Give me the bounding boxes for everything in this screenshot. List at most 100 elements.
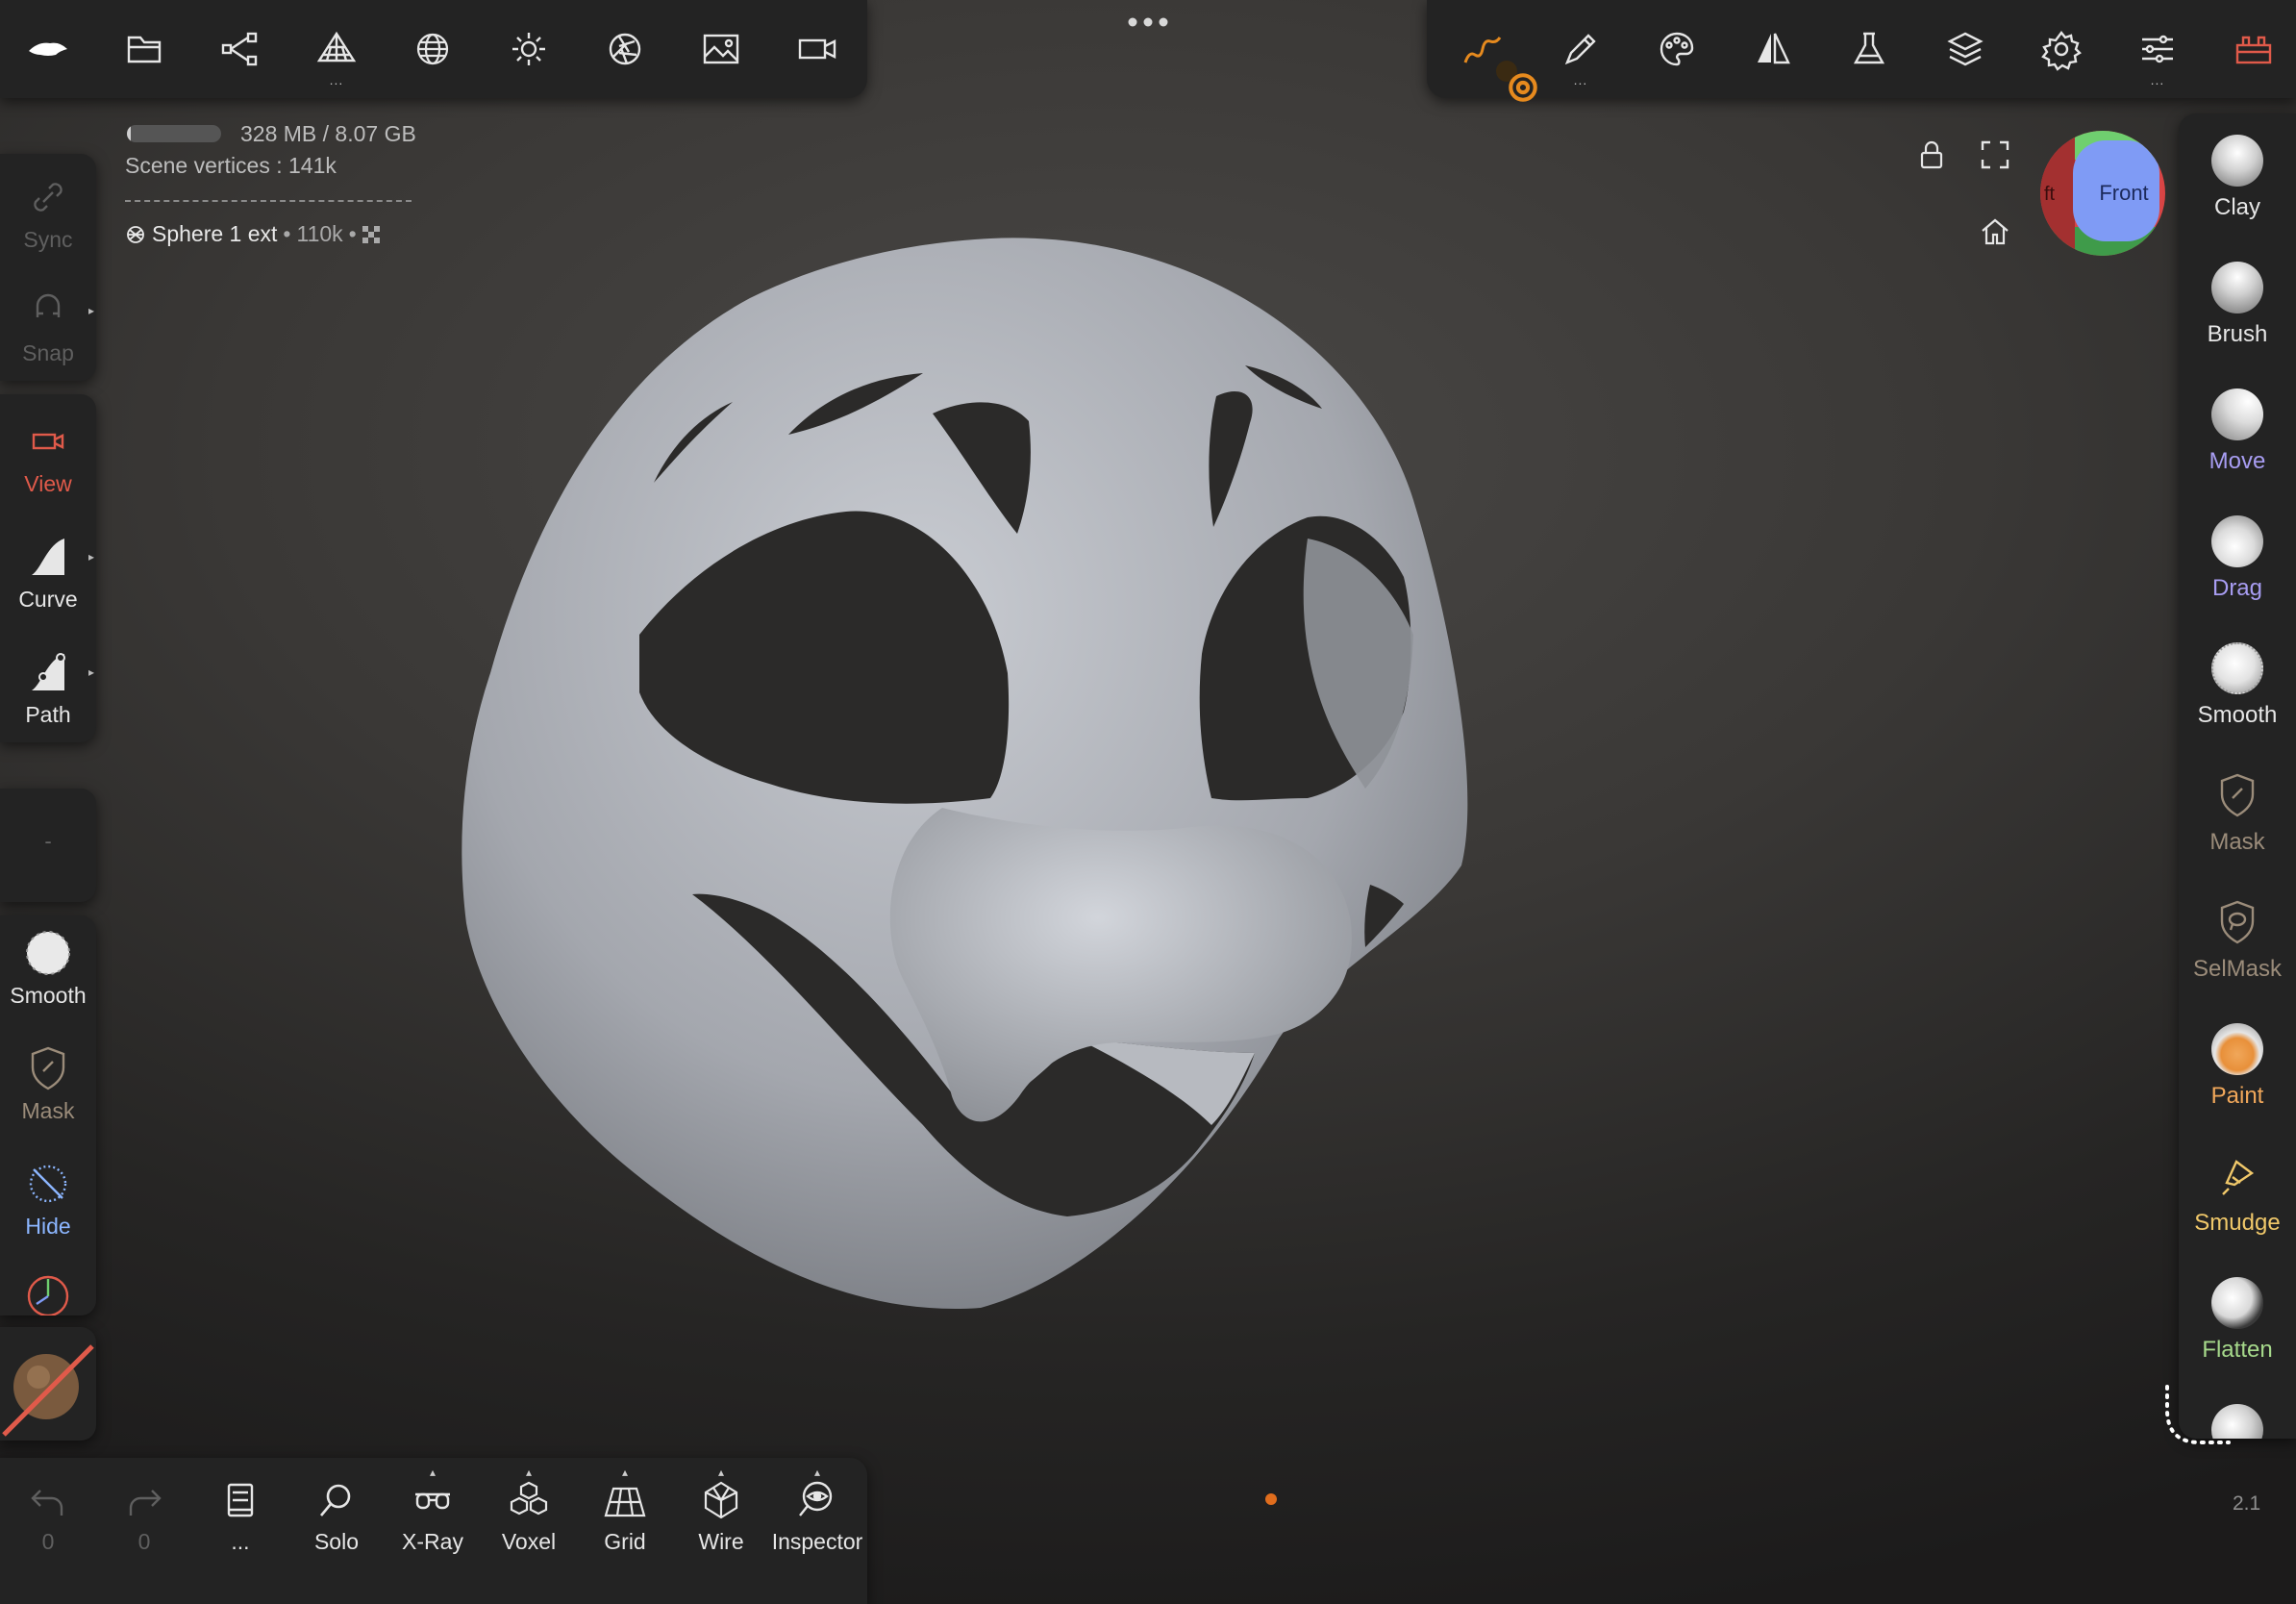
- path-tool[interactable]: Path ▸: [0, 646, 96, 728]
- empty-slot-label[interactable]: -: [0, 829, 96, 854]
- move-label: Move: [2209, 448, 2266, 474]
- view-label: View: [24, 471, 72, 496]
- sync-tool[interactable]: Sync: [0, 171, 96, 253]
- path-expand-arrow[interactable]: ▸: [88, 665, 94, 679]
- brush-sphere-icon: [2211, 262, 2263, 313]
- undo-icon: [25, 1477, 71, 1523]
- search-icon: [313, 1477, 360, 1523]
- fullscreen-icon[interactable]: [1977, 137, 2013, 173]
- clay-label: Clay: [2213, 194, 2260, 220]
- voxel-label: Voxel: [501, 1529, 557, 1554]
- solo-button[interactable]: Solo: [290, 1477, 383, 1555]
- inspector-button[interactable]: ▴ Inspector: [771, 1466, 863, 1555]
- document-icon: [217, 1477, 263, 1523]
- grid-label: Grid: [604, 1529, 646, 1554]
- smudge-icon: [2211, 1150, 2263, 1202]
- smudge-brush[interactable]: Smudge: [2179, 1150, 2296, 1237]
- brush-tools-panel: Clay Brush Move Drag Smooth Mask SelMask…: [2179, 113, 2296, 1439]
- wire-caret: ▴: [717, 1466, 725, 1479]
- redo-count: 0: [137, 1529, 151, 1554]
- hide-quick-label: Hide: [25, 1214, 71, 1239]
- drag-label: Drag: [2211, 575, 2263, 601]
- panel-resize-handle[interactable]: [2158, 1379, 2234, 1456]
- voxel-cubes-icon: [506, 1477, 552, 1523]
- status-indicator-dot: [1265, 1493, 1277, 1505]
- magnet-icon: [22, 285, 74, 337]
- move-brush[interactable]: Move: [2179, 388, 2296, 475]
- version-label: 2.1: [2233, 1492, 2261, 1515]
- snap-label: Snap: [22, 340, 74, 365]
- gizmo-icon[interactable]: [23, 1269, 73, 1316]
- snap-tool[interactable]: Snap ▸: [0, 285, 96, 366]
- document-button[interactable]: ...: [194, 1477, 287, 1555]
- xray-label: X-Ray: [402, 1529, 463, 1554]
- curve-label: Curve: [18, 587, 78, 612]
- curve-tool[interactable]: Curve ▸: [0, 531, 96, 613]
- smooth-quick-label: Smooth: [10, 983, 87, 1008]
- grid-icon: [602, 1477, 648, 1523]
- redo-button[interactable]: 0: [98, 1477, 190, 1555]
- video-camera-icon: [22, 415, 74, 467]
- mask-quick-tool[interactable]: Mask: [0, 1042, 96, 1124]
- smooth-sphere-icon: [22, 927, 74, 979]
- paint-sphere-icon: [2211, 1023, 2263, 1075]
- smooth-sphere-icon: [2211, 642, 2263, 694]
- grid-button[interactable]: ▴ Grid: [579, 1466, 671, 1555]
- solo-label: Solo: [313, 1529, 360, 1554]
- curve-expand-arrow[interactable]: ▸: [88, 550, 94, 564]
- drag-sphere-icon: [2211, 515, 2263, 567]
- voxel-caret: ▴: [525, 1466, 533, 1479]
- selmask-label: SelMask: [2192, 956, 2283, 982]
- sculpt-mesh-viewport[interactable]: [0, 0, 2296, 1604]
- smooth-brush[interactable]: Smooth: [2179, 642, 2296, 729]
- mask-quick-label: Mask: [21, 1098, 75, 1123]
- undo-count: 0: [41, 1529, 55, 1554]
- grid-caret: ▴: [621, 1466, 629, 1479]
- flatten-brush[interactable]: Flatten: [2179, 1277, 2296, 1364]
- wireframe-icon: [698, 1477, 744, 1523]
- left-sync-snap-panel: Sync Snap ▸: [0, 154, 96, 381]
- lock-icon[interactable]: [1913, 137, 1950, 173]
- redo-icon: [121, 1477, 167, 1523]
- viewcube-left-label: ft: [2044, 184, 2056, 205]
- material-sphere-icon: [2, 1344, 94, 1437]
- viewcube-front-label: Front: [2099, 181, 2148, 205]
- xray-button[interactable]: ▴ X-Ray: [387, 1466, 479, 1555]
- xray-caret: ▴: [429, 1466, 437, 1479]
- move-sphere-icon: [2211, 388, 2263, 440]
- left-camera-panel: View Curve ▸ Path ▸: [0, 394, 96, 742]
- xray-glasses-icon: [410, 1477, 456, 1523]
- home-view-icon[interactable]: [1977, 213, 2013, 250]
- path-icon: [22, 646, 74, 698]
- path-label: Path: [25, 702, 71, 727]
- material-preview-panel[interactable]: [0, 1327, 96, 1441]
- left-quick-tools-panel: Smooth Mask Hide: [0, 915, 96, 1316]
- smudge-label: Smudge: [2194, 1210, 2281, 1236]
- smooth-quick-tool[interactable]: Smooth: [0, 927, 96, 1009]
- sync-label: Sync: [23, 227, 73, 252]
- undo-button[interactable]: 0: [2, 1477, 94, 1555]
- drag-brush[interactable]: Drag: [2179, 515, 2296, 602]
- selmask-brush[interactable]: SelMask: [2179, 896, 2296, 983]
- left-empty-slot-panel: -: [0, 789, 96, 902]
- hide-quick-tool[interactable]: Hide: [0, 1158, 96, 1240]
- view-tool[interactable]: View: [0, 415, 96, 497]
- document-more: ...: [231, 1529, 250, 1554]
- paint-brush[interactable]: Paint: [2179, 1023, 2296, 1110]
- bottom-toolbar: 0 0 ... Solo ▴ X-Ray ▴ Voxel ▴ Grid ▴ Wi…: [0, 1458, 867, 1604]
- standard-brush[interactable]: Brush: [2179, 262, 2296, 348]
- flatten-label: Flatten: [2202, 1337, 2273, 1363]
- mask-shield-icon: [22, 1042, 74, 1094]
- voxel-button[interactable]: ▴ Voxel: [483, 1466, 575, 1555]
- inspector-eye-icon: [794, 1477, 840, 1523]
- wire-button[interactable]: ▴ Wire: [675, 1466, 767, 1555]
- mask-brush[interactable]: Mask: [2179, 769, 2296, 856]
- flatten-sphere-icon: [2211, 1277, 2263, 1329]
- snap-expand-arrow[interactable]: ▸: [88, 304, 94, 317]
- clay-brush[interactable]: Clay: [2179, 135, 2296, 221]
- smooth-label: Smooth: [2197, 702, 2278, 728]
- view-cube[interactable]: Front ft: [2040, 131, 2165, 256]
- curve-icon: [22, 531, 74, 583]
- hide-icon: [22, 1158, 74, 1210]
- mask-label: Mask: [2209, 829, 2265, 855]
